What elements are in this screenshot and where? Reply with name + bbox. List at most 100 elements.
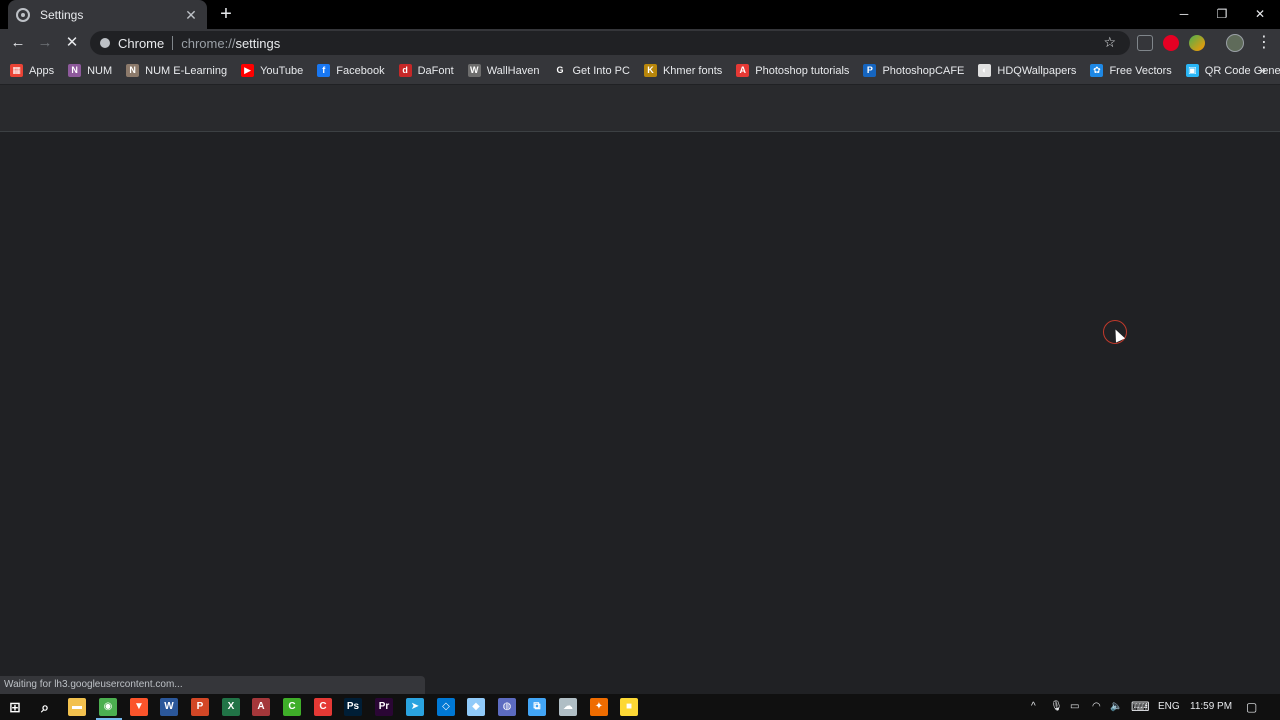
bookmark-label: QR Code Generator	[1204, 64, 1280, 77]
vscode-icon[interactable]: ◇	[437, 698, 455, 716]
bookmark-label: WallHaven	[486, 64, 540, 77]
powerpoint-icon[interactable]: P	[191, 698, 209, 716]
windows-start-icon[interactable]: ⊞	[6, 698, 24, 716]
bookmark-label: HDQWallpapers	[997, 64, 1077, 77]
globe-app-icon[interactable]: ◍	[498, 698, 516, 716]
search-icon[interactable]: ⌕	[36, 698, 54, 716]
omnibox-chrome-label: Chrome	[118, 35, 165, 51]
bookmark-label: YouTube	[260, 64, 304, 77]
browser-toolbar: ← → ✕ Chrome chrome:// settings ☆ ⋮	[0, 29, 1280, 57]
youtube-icon: ▶	[241, 64, 255, 77]
khmer-fonts-icon: K	[643, 64, 657, 77]
new-tab-button[interactable]: +	[216, 4, 236, 24]
restore-button[interactable]: ❐	[1210, 4, 1234, 24]
tab-title: Settings	[40, 7, 84, 22]
chrome-menu-button[interactable]: ⋮	[1256, 33, 1272, 53]
clock[interactable]: 11:59 PM	[1190, 698, 1232, 716]
camtasia-red-icon[interactable]: C	[314, 698, 332, 716]
bookmark-label: Facebook	[336, 64, 385, 77]
bookmark-item[interactable]: d DaFont	[398, 64, 454, 77]
bookmark-item[interactable]: A Photoshop tutorials	[736, 64, 849, 77]
qr-code-icon: ▣	[1185, 64, 1199, 77]
photoshopcafe-icon: P	[863, 64, 877, 77]
forward-button[interactable]: →	[35, 33, 55, 53]
chrome-page-icon	[100, 38, 110, 48]
bookmark-label: NUM E-Learning	[145, 64, 228, 77]
tab-close-icon[interactable]: ✕	[183, 7, 199, 23]
settings-gear-icon	[16, 7, 30, 22]
premiere-icon[interactable]: Pr	[375, 698, 393, 716]
3d-box-icon[interactable]: ◆	[467, 698, 485, 716]
adobe-icon: A	[736, 64, 750, 77]
bookmark-label: Get Into PC	[572, 64, 630, 77]
color-extension-icon[interactable]	[1189, 35, 1205, 51]
bookmark-label: DaFont	[417, 64, 454, 77]
bookmark-item[interactable]: ◐ HDQWallpapers	[978, 64, 1076, 77]
bookmark-item[interactable]: W WallHaven	[467, 64, 540, 77]
bookmark-label: Free Vectors	[1109, 64, 1172, 77]
chrome-icon[interactable]: ◉	[99, 698, 117, 716]
bookmark-label: Photoshop tutorials	[755, 64, 850, 77]
hdq-icon: ◐	[978, 64, 992, 77]
pdf-extension-icon[interactable]	[1137, 35, 1153, 51]
bookmark-item[interactable]: ▶ YouTube	[241, 64, 303, 77]
bookmark-label: NUM	[87, 64, 113, 77]
bookmark-label: Apps	[29, 64, 55, 77]
brave-icon[interactable]: ▼	[130, 698, 148, 716]
wallhaven-icon: W	[467, 64, 481, 77]
wifi-icon[interactable]: ◠	[1092, 698, 1101, 716]
git-app-icon[interactable]: ✦	[590, 698, 608, 716]
bookmark-item[interactable]: N NUM	[68, 64, 112, 77]
bookmark-item[interactable]: G Get Into PC	[553, 64, 630, 77]
file-explorer-icon[interactable]: ▬	[68, 698, 86, 716]
volume-icon[interactable]: 🔈	[1110, 698, 1122, 716]
free-vectors-icon: ✿	[1090, 64, 1104, 77]
settings-header	[0, 85, 1280, 132]
bookmarks-overflow-button[interactable]: »	[1259, 63, 1266, 77]
sticky-notes-icon[interactable]: ■	[620, 698, 638, 716]
language-indicator[interactable]: ENG	[1158, 698, 1180, 716]
pinterest-extension-icon[interactable]	[1163, 35, 1179, 51]
access-icon[interactable]: A	[252, 698, 270, 716]
cloud-app-icon[interactable]: ☁	[559, 698, 577, 716]
omnibox-divider	[172, 36, 174, 50]
google-icon: G	[553, 64, 567, 77]
microphone-icon[interactable]: 🎙	[1050, 698, 1063, 716]
keyboard-icon[interactable]: ⌨	[1131, 698, 1150, 716]
bookmark-star-icon[interactable]: ☆	[1103, 34, 1116, 51]
bookmark-item[interactable]: ✿ Free Vectors	[1090, 64, 1172, 77]
bookmarks-bar: ▦ Apps N NUM N NUM E-Learning ▶ YouTube f Faceboo…	[0, 57, 1280, 84]
tray-chevron-icon[interactable]: ^	[1031, 698, 1036, 716]
num-elearning-icon: N	[126, 64, 140, 77]
minimize-button[interactable]: ─	[1172, 4, 1196, 24]
word-icon[interactable]: W	[160, 698, 178, 716]
photoshop-icon[interactable]: Ps	[344, 698, 362, 716]
title-bar: Settings ✕ + ─ ❐ ✕	[0, 0, 1280, 29]
loading-status: Waiting for lh3.googleusercontent.com...	[0, 676, 425, 694]
url-path: settings	[235, 35, 281, 51]
bookmark-item[interactable]: ▦ Apps	[10, 64, 54, 77]
snip-icon[interactable]: ⧉	[528, 698, 546, 716]
excel-icon[interactable]: X	[222, 698, 240, 716]
bookmark-item[interactable]: P PhotoshopCAFE	[863, 64, 964, 77]
telegram-icon[interactable]: ➤	[406, 698, 424, 716]
battery-icon[interactable]: ▭	[1070, 698, 1079, 716]
camtasia-green-icon[interactable]: C	[283, 698, 301, 716]
back-button[interactable]: ←	[8, 33, 28, 53]
stop-loading-button[interactable]: ✕	[62, 33, 82, 53]
windows-taskbar: ⊞ ⌕ ^ 🎙 ▭ ◠ 🔈 ⌨ ENG 11:59 PM ▢ ▬ ◉ ▼ W P X A C C…	[0, 694, 1280, 720]
tab-settings[interactable]: Settings ✕	[8, 0, 207, 29]
apps-grid-icon: ▦	[10, 64, 23, 77]
dafont-icon: d	[398, 64, 412, 77]
window-close-button[interactable]: ✕	[1248, 4, 1272, 24]
bookmark-item[interactable]: f Facebook	[317, 64, 385, 77]
bookmark-item[interactable]: N NUM E-Learning	[126, 64, 227, 77]
address-bar[interactable]: Chrome chrome:// settings ☆	[90, 31, 1130, 55]
profile-avatar[interactable]	[1226, 34, 1244, 52]
notifications-icon[interactable]: ▢	[1246, 698, 1257, 716]
facebook-icon: f	[317, 64, 331, 77]
bookmark-item[interactable]: K Khmer fonts	[643, 64, 723, 77]
bookmark-label: Khmer fonts	[662, 64, 723, 77]
url-scheme: chrome://	[181, 35, 236, 51]
num-icon: N	[68, 64, 82, 77]
